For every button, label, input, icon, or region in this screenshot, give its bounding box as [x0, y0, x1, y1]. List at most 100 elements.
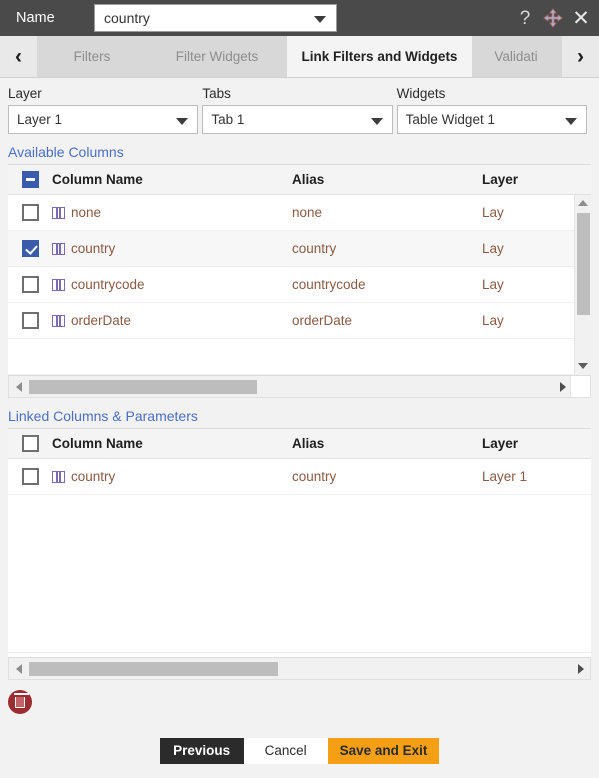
row-checkbox[interactable]: [21, 468, 39, 485]
triangle-right-icon: [560, 381, 566, 392]
widgets-dropdown[interactable]: Table Widget 1: [396, 105, 587, 134]
widgets-selector-group: Widgets Table Widget 1: [396, 86, 587, 134]
tab-link-filters-and-widgets[interactable]: Link Filters and Widgets: [287, 36, 472, 77]
scroll-up-button[interactable]: [575, 195, 591, 210]
widgets-label: Widgets: [396, 86, 446, 101]
table-row[interactable]: none none Lay: [8, 195, 591, 231]
row-column-name: country: [71, 241, 116, 256]
save-and-exit-button[interactable]: Save and Exit: [327, 738, 440, 764]
linked-columns-header-row: Column Name Alias Layer: [8, 429, 591, 459]
tab-validation[interactable]: Validati: [472, 36, 560, 77]
linked-header-alias[interactable]: Alias: [292, 436, 482, 451]
row-checkbox[interactable]: [21, 240, 39, 257]
selector-row: Layer Layer 1 Tabs Tab 1 Widgets Table W…: [0, 78, 599, 134]
linked-columns-title: Linked Columns & Parameters: [8, 408, 198, 424]
row-column-name: orderDate: [71, 313, 132, 328]
available-vertical-scrollbar[interactable]: [574, 195, 591, 375]
layer-dropdown-value: Layer 1: [17, 112, 63, 127]
tabs-container: Filters Filter Widgets Link Filters and …: [37, 36, 562, 77]
chevron-down-icon: [314, 16, 326, 23]
tabs-label: Tabs: [202, 86, 231, 101]
tab-strip: ‹ Filters Filter Widgets Link Filters an…: [0, 36, 599, 78]
scroll-right-button[interactable]: [578, 658, 584, 679]
name-dropdown[interactable]: country: [94, 4, 337, 32]
tabs-scroll-left-button[interactable]: ‹: [0, 36, 37, 77]
available-horizontal-scrollbar[interactable]: [8, 376, 591, 398]
tabs-scroll-right-button[interactable]: ›: [562, 36, 599, 77]
scroll-right-button[interactable]: [560, 376, 566, 397]
row-checkbox[interactable]: [21, 276, 39, 293]
tabs-dropdown-value: Tab 1: [211, 112, 245, 127]
linked-horizontal-scrollbar[interactable]: [8, 658, 591, 680]
layer-dropdown[interactable]: Layer 1: [8, 105, 199, 134]
available-header-alias[interactable]: Alias: [292, 172, 482, 187]
table-row[interactable]: country country Lay: [8, 231, 591, 267]
scroll-left-button[interactable]: [9, 381, 29, 392]
linked-columns-grid: Column Name Alias Layer country country …: [8, 428, 591, 658]
available-select-all-checkbox[interactable]: [21, 171, 39, 188]
row-checkbox-cell[interactable]: [8, 276, 52, 293]
scroll-down-button[interactable]: [575, 358, 591, 373]
tabs-dropdown[interactable]: Tab 1: [202, 105, 393, 134]
layer-label: Layer: [8, 86, 42, 101]
column-icon: [52, 314, 65, 327]
table-row[interactable]: orderDate orderDate Lay: [8, 303, 591, 339]
available-header-layer[interactable]: Layer: [482, 172, 591, 187]
scrollbar-thumb[interactable]: [29, 379, 257, 394]
column-icon: [52, 278, 65, 291]
linked-select-all-checkbox[interactable]: [21, 435, 39, 452]
row-alias: countrycode: [292, 277, 366, 292]
scrollbar-thumb[interactable]: [29, 661, 278, 676]
trash-icon[interactable]: [8, 690, 32, 714]
empty-row: [8, 495, 591, 653]
row-alias: country: [292, 469, 337, 484]
row-column-name-cell: orderDate: [52, 313, 292, 328]
linked-select-all-cell[interactable]: [8, 435, 52, 452]
move-icon-svg: [543, 8, 563, 28]
row-checkbox-cell[interactable]: [8, 240, 52, 257]
chevron-down-icon: [370, 117, 383, 125]
linked-header-column-name[interactable]: Column Name: [52, 436, 292, 451]
cancel-button[interactable]: Cancel: [243, 738, 328, 764]
table-row[interactable]: country country Layer 1: [8, 459, 591, 495]
close-icon[interactable]: ✕: [571, 8, 591, 29]
triangle-up-icon: [578, 199, 588, 206]
row-checkbox-cell[interactable]: [8, 204, 52, 221]
move-icon[interactable]: [543, 8, 563, 28]
row-checkbox[interactable]: [21, 312, 39, 329]
tab-filters[interactable]: Filters: [37, 36, 147, 77]
available-select-all-cell[interactable]: [8, 171, 52, 188]
help-icon[interactable]: ?: [515, 9, 535, 28]
triangle-left-icon: [16, 663, 22, 674]
empty-row: [8, 339, 591, 375]
linked-header-layer[interactable]: Layer: [482, 436, 591, 451]
available-columns-grid: Column Name Alias Layer none none Lay co…: [8, 164, 591, 376]
row-checkbox-cell[interactable]: [8, 468, 52, 485]
row-alias: country: [292, 241, 337, 256]
link-filters-widgets-dialog: Name country ? ✕ ‹ Filters Filter Widget…: [0, 0, 599, 778]
window-controls: ? ✕: [515, 0, 591, 36]
column-icon: [52, 470, 65, 483]
row-column-name: country: [71, 469, 116, 484]
widgets-dropdown-value: Table Widget 1: [405, 112, 495, 127]
row-checkbox-cell[interactable]: [8, 312, 52, 329]
available-header-column-name[interactable]: Column Name: [52, 172, 292, 187]
tabs-selector-group: Tabs Tab 1: [202, 86, 393, 134]
available-columns-header-row: Column Name Alias Layer: [8, 165, 591, 195]
row-checkbox[interactable]: [21, 204, 39, 221]
scrollbar-corner: [570, 376, 590, 397]
table-row[interactable]: countrycode countrycode Lay: [8, 267, 591, 303]
available-columns-title: Available Columns: [8, 144, 124, 160]
tab-filter-widgets[interactable]: Filter Widgets: [147, 36, 287, 77]
row-column-name-cell: none: [52, 205, 292, 220]
column-icon: [52, 242, 65, 255]
scroll-left-button[interactable]: [9, 663, 29, 674]
layer-selector-group: Layer Layer 1: [8, 86, 199, 134]
trash-lid: [13, 692, 29, 695]
scrollbar-thumb[interactable]: [577, 213, 590, 315]
column-icon: [52, 206, 65, 219]
triangle-right-icon: [578, 663, 584, 674]
previous-button[interactable]: Previous: [159, 738, 244, 764]
row-column-name: countrycode: [71, 277, 145, 292]
chevron-down-icon: [564, 117, 577, 125]
